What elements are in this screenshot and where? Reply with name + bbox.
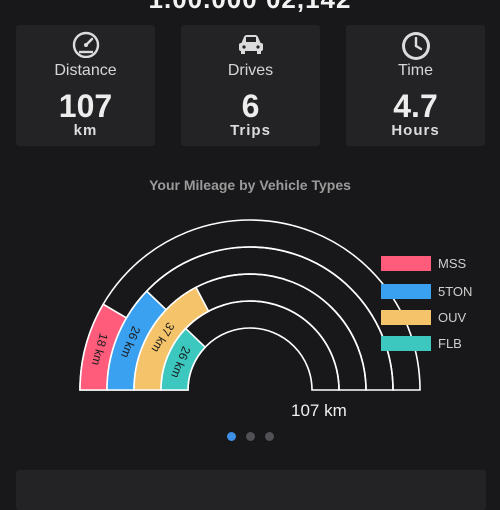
legend-swatch (381, 336, 431, 351)
stat-value: 6 (241, 88, 260, 124)
page-dot-1[interactable] (227, 432, 236, 441)
legend-swatch (381, 284, 431, 299)
stat-value: 4.7 (393, 88, 438, 124)
legend-swatch (381, 310, 431, 325)
page-dot-2[interactable] (246, 432, 255, 441)
legend-item-mss: MSS (381, 256, 491, 272)
stat-unit: Trips (230, 122, 271, 139)
header-title: 1.00.000 02,142 (0, 0, 500, 12)
next-card (16, 470, 486, 510)
legend-item-5ton: 5TON (381, 284, 491, 300)
car-icon (181, 30, 320, 58)
clock-icon (346, 30, 485, 60)
legend-label: MSS (438, 256, 467, 271)
legend-swatch (381, 256, 431, 271)
chart-title: Your Mileage by Vehicle Types (149, 177, 351, 193)
stat-card-drives: Drives 6 Trips (181, 25, 320, 146)
chart-total-label: 107 km (291, 401, 347, 420)
speedometer-icon (16, 30, 155, 58)
stat-value: 107 (58, 88, 113, 124)
page-dot-3[interactable] (265, 432, 274, 441)
stat-unit: Hours (391, 122, 440, 139)
legend-item-ouv: OUV (381, 310, 491, 326)
legend-label: FLB (438, 336, 462, 351)
legend-label: 5TON (438, 284, 473, 299)
legend-label: OUV (438, 310, 467, 325)
legend-item-flb: FLB (381, 336, 491, 352)
mileage-radial-chart: 18 km 26 km 37 km26 km (79, 219, 421, 391)
header-title-strip: 1.00.000 02,142 (0, 0, 500, 12)
stat-card-distance: Distance 107 km (16, 25, 155, 146)
stat-card-time: Time 4.7 Hours (346, 25, 485, 146)
stat-unit: km (73, 122, 98, 139)
stat-label: Drives (227, 62, 274, 79)
stat-label: Distance (54, 62, 117, 79)
stat-label: Time (398, 62, 433, 79)
